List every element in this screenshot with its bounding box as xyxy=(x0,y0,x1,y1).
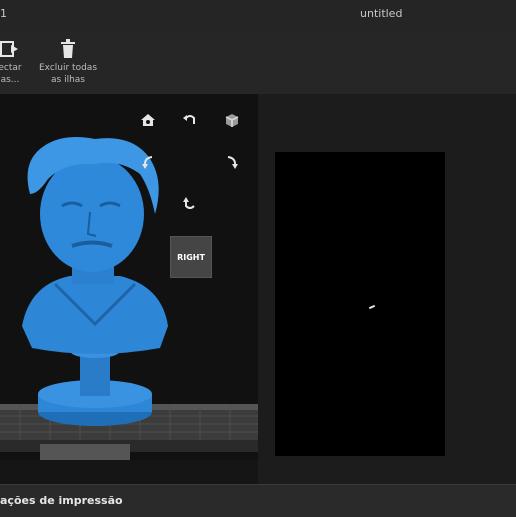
viewport-bottom-edge xyxy=(0,460,258,484)
layer-island-mark xyxy=(368,304,376,310)
trash-icon xyxy=(38,36,98,62)
rotate-down-icon xyxy=(183,197,195,209)
bottom-bar[interactable]: ações de impressão xyxy=(0,484,516,517)
toolbar: ectar as... Excluir todas as ilhas xyxy=(0,30,516,94)
home-icon xyxy=(141,114,155,126)
rotate-ccw-button[interactable] xyxy=(180,110,200,130)
3d-viewport[interactable]: RIGHT xyxy=(0,94,258,460)
model-scene xyxy=(0,136,258,460)
bust-model xyxy=(22,136,168,426)
cube-view-icon xyxy=(225,114,239,127)
layer-preview[interactable] xyxy=(275,152,445,456)
delete-all-islands-label: Excluir todas as ilhas xyxy=(38,63,98,85)
rotate-left-icon xyxy=(142,156,153,169)
rotate-right-icon xyxy=(227,156,238,169)
detect-icon xyxy=(0,36,30,62)
view-cube-right-face[interactable]: RIGHT xyxy=(170,236,212,278)
detect-islands-label: ectar as... xyxy=(0,63,22,85)
delete-all-islands-button[interactable]: Excluir todas as ilhas xyxy=(38,36,98,86)
detect-islands-button[interactable]: ectar as... xyxy=(0,36,30,86)
view-cube-label: RIGHT xyxy=(177,252,205,262)
rotate-right-button[interactable] xyxy=(222,152,242,172)
home-view-button[interactable] xyxy=(138,110,158,130)
print-settings-label: ações de impressão xyxy=(0,494,123,507)
rotate-down-button[interactable] xyxy=(180,194,200,214)
rotate-ccw-icon xyxy=(183,115,195,124)
rotate-left-button[interactable] xyxy=(138,152,158,172)
cube-view-button[interactable] xyxy=(222,110,242,130)
document-title: untitled xyxy=(360,7,403,20)
breadcrumb: 1 xyxy=(0,7,7,20)
title-bar: 1 untitled xyxy=(0,0,516,30)
